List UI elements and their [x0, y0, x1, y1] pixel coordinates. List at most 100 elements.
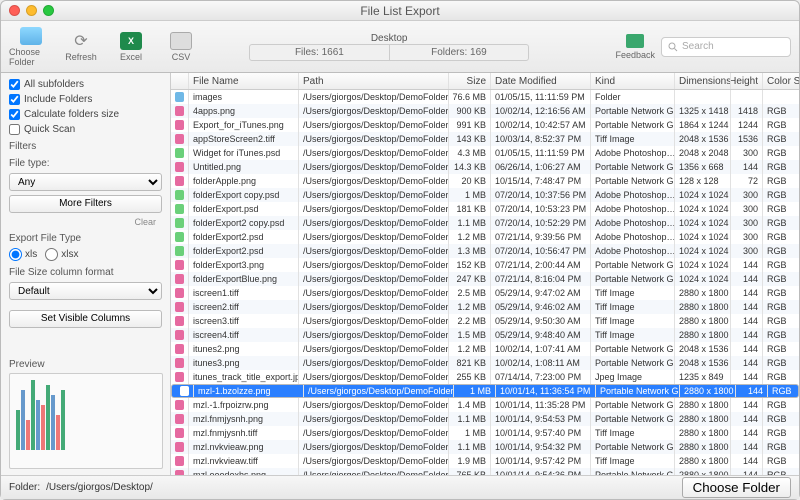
table-row[interactable]: folderExportBlue.png/Users/giorgos/Deskt… — [171, 272, 799, 286]
refresh-button[interactable]: ⟳ Refresh — [59, 25, 103, 69]
table-row[interactable]: mzl.oeodexhs.png/Users/giorgos/Desktop/D… — [171, 468, 799, 475]
cell-colorspace: RGB — [763, 356, 799, 370]
col-kind[interactable]: Kind — [591, 73, 675, 89]
csv-button[interactable]: CSV — [159, 25, 203, 69]
table-body[interactable]: images/Users/giorgos/Desktop/DemoFolder/… — [171, 90, 799, 475]
quick-scan-checkbox[interactable]: Quick Scan — [9, 124, 162, 135]
table-row[interactable]: folderExport2.psd/Users/giorgos/Desktop/… — [171, 244, 799, 258]
table-row[interactable]: folderExport copy.psd/Users/giorgos/Desk… — [171, 188, 799, 202]
table-row[interactable]: mzl-1.bzolzze.png/Users/giorgos/Desktop/… — [171, 384, 799, 398]
table-row[interactable]: itunes_track_title_export.jpg/Users/gior… — [171, 370, 799, 384]
table-row[interactable]: images/Users/giorgos/Desktop/DemoFolder/… — [171, 90, 799, 104]
xls-radio[interactable]: xls — [9, 248, 37, 261]
cell-datemodified: 01/05/15, 11:11:59 PM — [491, 146, 591, 160]
close-icon[interactable] — [9, 5, 20, 16]
cell-size: 20 KB — [449, 174, 491, 188]
col-dimensions[interactable]: Dimensions — [675, 73, 731, 89]
table-row[interactable]: Widget for iTunes.psd/Users/giorgos/Desk… — [171, 146, 799, 160]
calculate-sizes-checkbox[interactable]: Calculate folders size — [9, 109, 162, 120]
table-row[interactable]: folderApple.png/Users/giorgos/Desktop/De… — [171, 174, 799, 188]
cell-colorspace: RGB — [763, 314, 799, 328]
feedback-button[interactable]: Feedback — [615, 34, 655, 60]
cell-colorspace: RGB — [763, 132, 799, 146]
cell-dimensions: 1024 x 1024 — [675, 258, 731, 272]
content: File Name Path Size Date Modified Kind D… — [171, 73, 799, 475]
table-row[interactable]: folderExport2.psd/Users/giorgos/Desktop/… — [171, 230, 799, 244]
cell-height: 144 — [731, 328, 763, 342]
table-row[interactable]: 4apps.png/Users/giorgos/Desktop/DemoFold… — [171, 104, 799, 118]
table-row[interactable]: iscreen3.tiff/Users/giorgos/Desktop/Demo… — [171, 314, 799, 328]
cell-datemodified: 10/01/14, 9:57:42 PM — [491, 454, 591, 468]
table-row[interactable]: appStoreScreen2.tiff/Users/giorgos/Deskt… — [171, 132, 799, 146]
table-row[interactable]: iscreen4.tiff/Users/giorgos/Desktop/Demo… — [171, 328, 799, 342]
all-subfolders-checkbox[interactable]: All subfolders — [9, 79, 162, 90]
minimize-icon[interactable] — [26, 5, 37, 16]
file-icon — [175, 302, 184, 312]
cell-datemodified: 05/29/14, 9:46:02 AM — [491, 300, 591, 314]
table-row[interactable]: iscreen1.tiff/Users/giorgos/Desktop/Demo… — [171, 286, 799, 300]
include-folders-checkbox[interactable]: Include Folders — [9, 94, 162, 105]
file-icon — [175, 176, 184, 186]
filters-label: Filters — [9, 141, 162, 152]
excel-icon: X — [120, 32, 142, 50]
table-row[interactable]: mzl.fnmjysnh.png/Users/giorgos/Desktop/D… — [171, 412, 799, 426]
cell-kind: Portable Network G… — [591, 160, 675, 174]
cell-size: 181 KB — [449, 202, 491, 216]
cell-colorspace: RGB — [763, 202, 799, 216]
cell-filename: folderExport2.psd — [189, 244, 299, 258]
col-height[interactable]: Height — [731, 73, 763, 89]
cell-filename: iscreen3.tiff — [189, 314, 299, 328]
col-filename[interactable]: File Name — [189, 73, 299, 89]
table-row[interactable]: mzl.nvkvieaw.png/Users/giorgos/Desktop/D… — [171, 440, 799, 454]
table-row[interactable]: itunes2.png/Users/giorgos/Desktop/DemoFo… — [171, 342, 799, 356]
cell-datemodified: 07/21/14, 9:39:56 PM — [491, 230, 591, 244]
more-filters-button[interactable]: More Filters — [9, 195, 162, 213]
col-colorspace[interactable]: Color Space — [763, 73, 799, 89]
table-row[interactable]: Untitled.png/Users/giorgos/Desktop/DemoF… — [171, 160, 799, 174]
zoom-icon[interactable] — [43, 5, 54, 16]
cell-size: 900 KB — [449, 104, 491, 118]
cell-height: 144 — [731, 314, 763, 328]
cell-path: /Users/giorgos/Desktop/DemoFolder/i… — [299, 104, 449, 118]
cell-colorspace: RGB — [763, 216, 799, 230]
cell-filename: iscreen4.tiff — [189, 328, 299, 342]
cell-colorspace: RGB — [763, 118, 799, 132]
cell-dimensions: 1024 x 1024 — [675, 202, 731, 216]
set-visible-columns-button[interactable]: Set Visible Columns — [9, 310, 162, 328]
cell-filename: appStoreScreen2.tiff — [189, 132, 299, 146]
choose-folder-footer-button[interactable]: Choose Folder — [682, 477, 791, 498]
col-path[interactable]: Path — [299, 73, 449, 89]
col-icon[interactable] — [171, 73, 189, 89]
col-size[interactable]: Size — [449, 73, 491, 89]
filesize-format-select[interactable]: Default — [9, 282, 162, 300]
cell-datemodified: 07/20/14, 10:56:47 PM — [491, 244, 591, 258]
search-input[interactable]: Search — [661, 37, 791, 57]
cell-datemodified: 05/29/14, 9:47:02 AM — [491, 286, 591, 300]
table-row[interactable]: itunes3.png/Users/giorgos/Desktop/DemoFo… — [171, 356, 799, 370]
cell-datemodified: 06/26/14, 1:06:27 AM — [491, 160, 591, 174]
file-icon — [175, 316, 184, 326]
table-row[interactable]: mzl.fnmjysnh.tiff/Users/giorgos/Desktop/… — [171, 426, 799, 440]
table-row[interactable]: iscreen2.tiff/Users/giorgos/Desktop/Demo… — [171, 300, 799, 314]
table-row[interactable]: mzl.nvkvieaw.tiff/Users/giorgos/Desktop/… — [171, 454, 799, 468]
table-row[interactable]: folderExport2 copy.psd/Users/giorgos/Des… — [171, 216, 799, 230]
main: All subfolders Include Folders Calculate… — [1, 73, 799, 475]
xlsx-radio[interactable]: xlsx — [45, 248, 78, 261]
file-icon — [180, 386, 189, 396]
cell-height: 1244 — [731, 118, 763, 132]
file-type-select[interactable]: Any — [9, 173, 162, 191]
col-datemodified[interactable]: Date Modified — [491, 73, 591, 89]
cell-colorspace: RGB — [768, 385, 799, 397]
table-row[interactable]: mzl.-1.frpoizrw.png/Users/giorgos/Deskto… — [171, 398, 799, 412]
stats-folders: Folders: 169 — [390, 45, 529, 60]
excel-button[interactable]: X Excel — [109, 25, 153, 69]
choose-folder-button[interactable]: Choose Folder — [9, 25, 53, 69]
cell-datemodified: 10/01/14, 9:54:36 PM — [491, 468, 591, 475]
cell-path: /Users/giorgos/Desktop/DemoFolder/i… — [299, 216, 449, 230]
table-row[interactable]: folderExport.psd/Users/giorgos/Desktop/D… — [171, 202, 799, 216]
cell-path: /Users/giorgos/Desktop/DemoFolder/i… — [299, 244, 449, 258]
cell-size: 1.5 MB — [449, 328, 491, 342]
table-row[interactable]: Export_for_iTunes.png/Users/giorgos/Desk… — [171, 118, 799, 132]
table-row[interactable]: folderExport3.png/Users/giorgos/Desktop/… — [171, 258, 799, 272]
clear-filters[interactable]: Clear — [9, 217, 162, 227]
